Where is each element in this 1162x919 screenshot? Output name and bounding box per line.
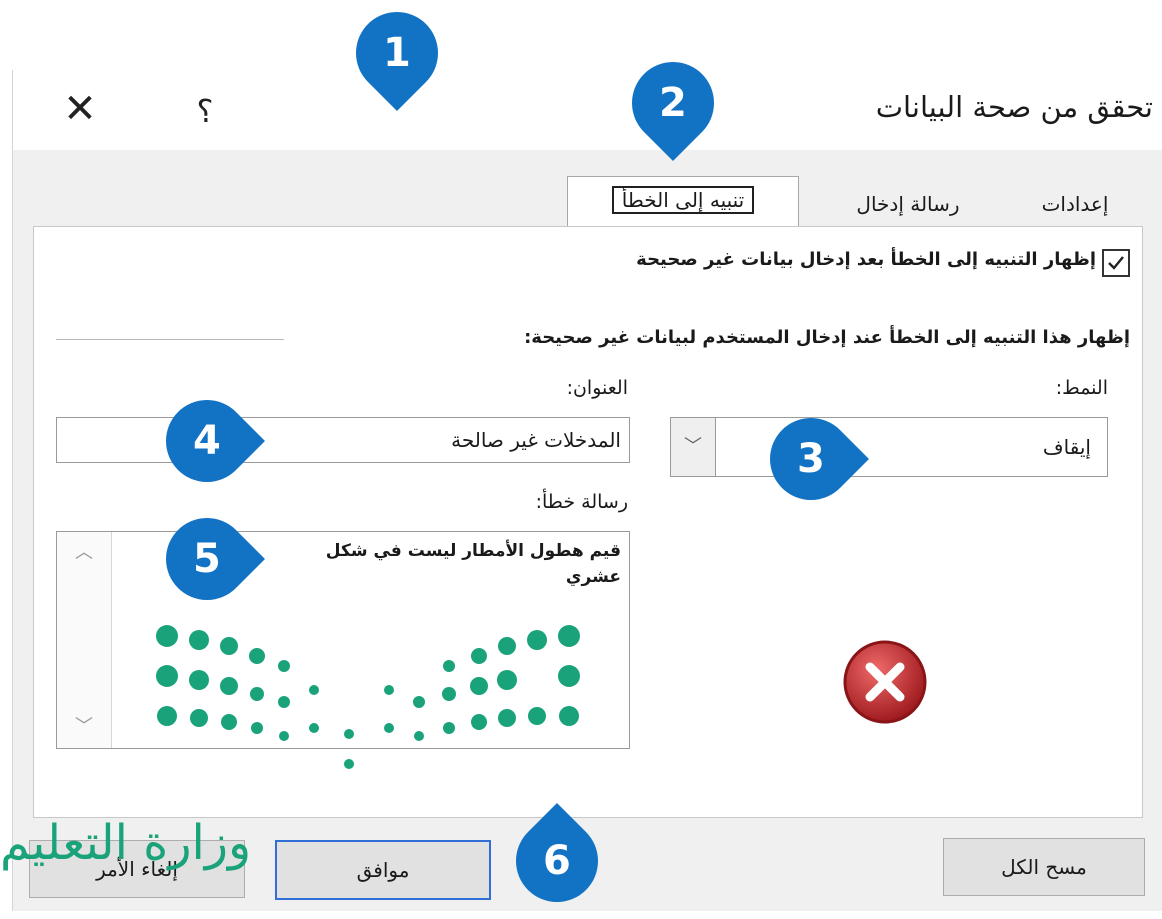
marker-5-label: 5 (193, 536, 221, 582)
section-divider (56, 339, 284, 340)
style-label: النمط: (1055, 377, 1108, 399)
style-select[interactable]: إيقاف ﹀ (670, 417, 1108, 477)
tab-error-alert[interactable]: تنبيه إلى الخطأ (567, 176, 799, 228)
tab-input-message[interactable]: رسالة إدخال (815, 182, 1001, 226)
watermark-text: وزارة التعليم (0, 815, 252, 871)
tab-settings-label: إعدادات (1041, 192, 1109, 216)
marker-6-label: 6 (543, 838, 571, 884)
checkmark-icon (1108, 256, 1124, 270)
error-message-value: قيم هطول الأمطار ليست في شكل عشري (325, 541, 621, 587)
close-button[interactable]: ✕ (55, 84, 105, 134)
show-error-alert-label: إظهار التنبيه إلى الخطأ بعد إدخال بيانات… (636, 249, 1096, 270)
title-bar: تحقق من صحة البيانات ؟ ✕ (13, 70, 1162, 150)
title-input[interactable]: المدخلات غير صالحة (56, 417, 630, 463)
title-input-value: المدخلات غير صالحة (451, 428, 621, 452)
help-button[interactable]: ؟ (185, 88, 225, 134)
tab-settings[interactable]: إعدادات (1005, 182, 1145, 226)
section-label: إظهار هذا التنبيه إلى الخطأ عند إدخال ال… (524, 327, 1130, 348)
clear-all-button[interactable]: مسح الكل (943, 838, 1145, 896)
dialog-title: تحقق من صحة البيانات (875, 90, 1153, 124)
marker-1-label: 1 (383, 29, 411, 76)
tab-input-message-label: رسالة إدخال (856, 192, 960, 216)
style-select-value: إيقاف (1042, 435, 1091, 459)
tab-error-alert-label: تنبيه إلى الخطأ (611, 186, 755, 214)
show-error-alert-checkbox[interactable] (1102, 249, 1130, 277)
title-label: العنوان: (566, 377, 628, 399)
textarea-scrollbar[interactable]: ︿ ﹀ (57, 532, 112, 748)
error-message-label: رسالة خطأ: (535, 491, 628, 513)
chevron-down-icon[interactable]: ﹀ (671, 418, 716, 476)
marker-2-label: 2 (659, 80, 687, 126)
error-message-textarea[interactable]: قيم هطول الأمطار ليست في شكل عشري ︿ ﹀ (56, 531, 630, 769)
stop-error-icon (843, 640, 927, 724)
scroll-up-icon[interactable]: ︿ (57, 538, 111, 568)
data-validation-dialog: تحقق من صحة البيانات ؟ ✕ إعدادات رسالة إ… (12, 70, 1162, 911)
marker-3-label: 3 (797, 436, 825, 482)
ministry-logo (156, 625, 580, 769)
scroll-down-icon[interactable]: ﹀ (57, 712, 111, 742)
close-icon: ✕ (63, 86, 97, 132)
marker-4-label: 4 (193, 418, 221, 464)
